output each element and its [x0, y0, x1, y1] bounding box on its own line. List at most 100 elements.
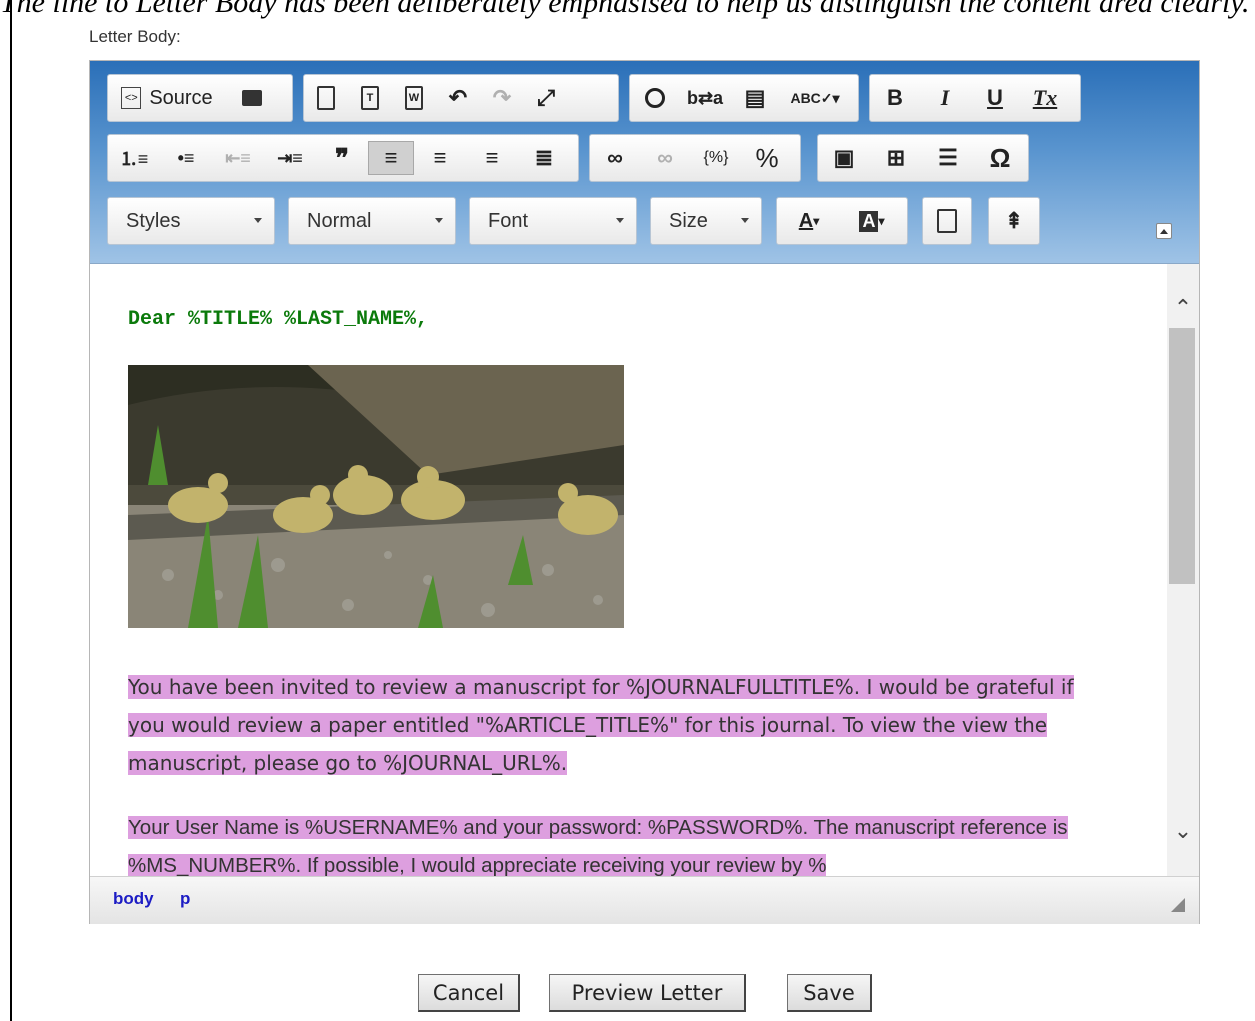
source-label: Source — [149, 86, 213, 109]
font-label: Font — [488, 209, 529, 232]
editor-content-area[interactable]: Dear %TITLE% %LAST_NAME%, You have been … — [90, 264, 1199, 876]
align-right-icon: ≡ — [485, 145, 499, 170]
path-item-p[interactable]: p — [180, 889, 190, 909]
outdent-icon: ⇤≡ — [225, 147, 251, 168]
background-color-button[interactable]: A ▾ — [841, 204, 903, 238]
bold-icon: B — [887, 85, 903, 110]
spellcheck-button[interactable]: ABC✓▾ — [780, 81, 850, 115]
align-left-button[interactable]: ≡ — [368, 141, 414, 175]
save-button[interactable]: Save — [787, 974, 872, 1012]
link-icon: ∞ — [607, 145, 623, 170]
size-dropdown[interactable]: Size — [650, 197, 762, 245]
chevron-down-icon — [254, 218, 262, 223]
show-blocks-button[interactable] — [923, 204, 971, 238]
path-item-body[interactable]: body — [113, 889, 154, 909]
maximize-button[interactable]: ⤢ — [524, 81, 568, 115]
bulleted-list-icon: •≡ — [177, 147, 195, 168]
text-color-icon: A — [798, 209, 814, 232]
align-center-icon: ≡ — [433, 145, 447, 170]
paste-text-icon: T — [361, 86, 379, 110]
paragraph-invitation: You have been invited to review a manusc… — [128, 668, 1110, 782]
cancel-button[interactable]: Cancel — [418, 974, 520, 1012]
size-label: Size — [669, 209, 708, 232]
toolbar-group-clipboard: T W ↶ ↷ ⤢ — [303, 74, 619, 122]
chevron-up-icon: ⌃ — [1173, 295, 1193, 320]
redo-button[interactable]: ↷ — [480, 81, 524, 115]
link-button[interactable]: ∞ — [590, 141, 640, 175]
bulleted-list-button[interactable]: •≡ — [160, 141, 212, 175]
unlink-button[interactable]: ∞ — [640, 141, 690, 175]
maximize-icon: ⤢ — [537, 85, 555, 110]
paragraph-credentials-text: Your User Name is %USERNAME% and your pa… — [128, 816, 1068, 876]
placeholder-button[interactable]: {%} — [690, 141, 742, 175]
toolbar-group-insert: ▣ ⊞ ☰ Ω — [817, 134, 1029, 182]
scroll-up-button[interactable]: ⌃ — [1167, 286, 1199, 330]
text-color-button[interactable]: A ▾ — [777, 204, 841, 238]
collapse-toolbar-button[interactable] — [1156, 223, 1172, 239]
scroll-down-button[interactable]: ⌄ — [1167, 809, 1199, 853]
find-icon — [645, 88, 665, 108]
justify-button[interactable]: ≣ — [518, 141, 570, 175]
align-left-icon: ≡ — [384, 145, 398, 170]
italic-button[interactable]: I — [920, 81, 970, 115]
table-button[interactable]: ⊞ — [870, 141, 922, 175]
content-scrollbar[interactable]: ⌃ ⌄ — [1167, 264, 1199, 876]
remove-format-button[interactable]: Tx — [1020, 81, 1070, 115]
resize-handle[interactable] — [1171, 898, 1185, 912]
horizontal-line-icon: ☰ — [938, 145, 958, 170]
table-icon: ⊞ — [886, 145, 906, 170]
find-button[interactable] — [630, 81, 680, 115]
image-button[interactable]: ▣ — [818, 141, 870, 175]
format-dropdown[interactable]: Normal — [288, 197, 456, 245]
goslings-image — [128, 365, 624, 628]
format-label: Normal — [307, 209, 372, 232]
unlink-icon: ∞ — [657, 145, 673, 170]
align-center-button[interactable]: ≡ — [414, 141, 466, 175]
remove-format-icon: Tx — [1032, 85, 1058, 110]
toolbar-group-collapse: ⇞ — [988, 197, 1040, 245]
special-char-button[interactable]: Ω — [974, 141, 1026, 175]
numbered-list-icon: ⒈≡ — [119, 149, 149, 169]
align-right-button[interactable]: ≡ — [466, 141, 518, 175]
underline-button[interactable]: U — [970, 81, 1020, 115]
paste-icon — [317, 86, 335, 110]
source-button[interactable]: <> Source — [108, 81, 226, 115]
double-chevron-up-icon: ⇞ — [1004, 208, 1024, 233]
salutation-line: Dear %TITLE% %LAST_NAME%, — [128, 308, 429, 331]
font-dropdown[interactable]: Font — [469, 197, 637, 245]
percent-icon: % — [755, 142, 779, 173]
image-icon: ▣ — [833, 145, 855, 170]
outdent-button[interactable]: ⇤≡ — [212, 141, 264, 175]
toolbar-group-basic-styles: B I U Tx — [869, 74, 1081, 122]
toolbar-group-links: ∞ ∞ {%} % — [589, 134, 801, 182]
blockquote-button[interactable]: ❞ — [316, 141, 368, 175]
paste-text-button[interactable]: T — [348, 81, 392, 115]
undo-button[interactable]: ↶ — [436, 81, 480, 115]
toolbar-toggle-button[interactable]: ⇞ — [989, 204, 1039, 238]
show-blocks-icon — [937, 209, 957, 233]
element-path-bar: body p — [90, 876, 1199, 924]
paste-button[interactable] — [304, 81, 348, 115]
percent-button[interactable]: % — [742, 141, 792, 175]
styles-dropdown[interactable]: Styles — [107, 197, 275, 245]
select-all-button[interactable]: ▤ — [730, 81, 780, 115]
indent-button[interactable]: ⇥≡ — [264, 141, 316, 175]
chevron-down-icon: ⌄ — [1173, 818, 1193, 843]
source-icon: <> — [121, 87, 142, 109]
paste-word-button[interactable]: W — [392, 81, 436, 115]
print-button[interactable] — [226, 81, 278, 115]
letter-body-label: Letter Body: — [89, 27, 181, 46]
chevron-down-icon — [741, 218, 749, 223]
bold-button[interactable]: B — [870, 81, 920, 115]
numbered-list-button[interactable]: ⒈≡ — [108, 141, 160, 175]
spellcheck-icon: ABC✓▾ — [790, 89, 840, 106]
underline-icon: U — [987, 85, 1003, 110]
redo-icon: ↷ — [492, 85, 512, 110]
replace-button[interactable]: b⇄a — [680, 81, 730, 115]
paragraph-invitation-text: You have been invited to review a manusc… — [128, 675, 1074, 775]
horizontal-line-button[interactable]: ☰ — [922, 141, 974, 175]
placeholder-icon: {%} — [703, 149, 729, 166]
scroll-thumb[interactable] — [1169, 328, 1195, 584]
chevron-down-icon — [435, 218, 443, 223]
preview-letter-button[interactable]: Preview Letter — [549, 974, 746, 1012]
